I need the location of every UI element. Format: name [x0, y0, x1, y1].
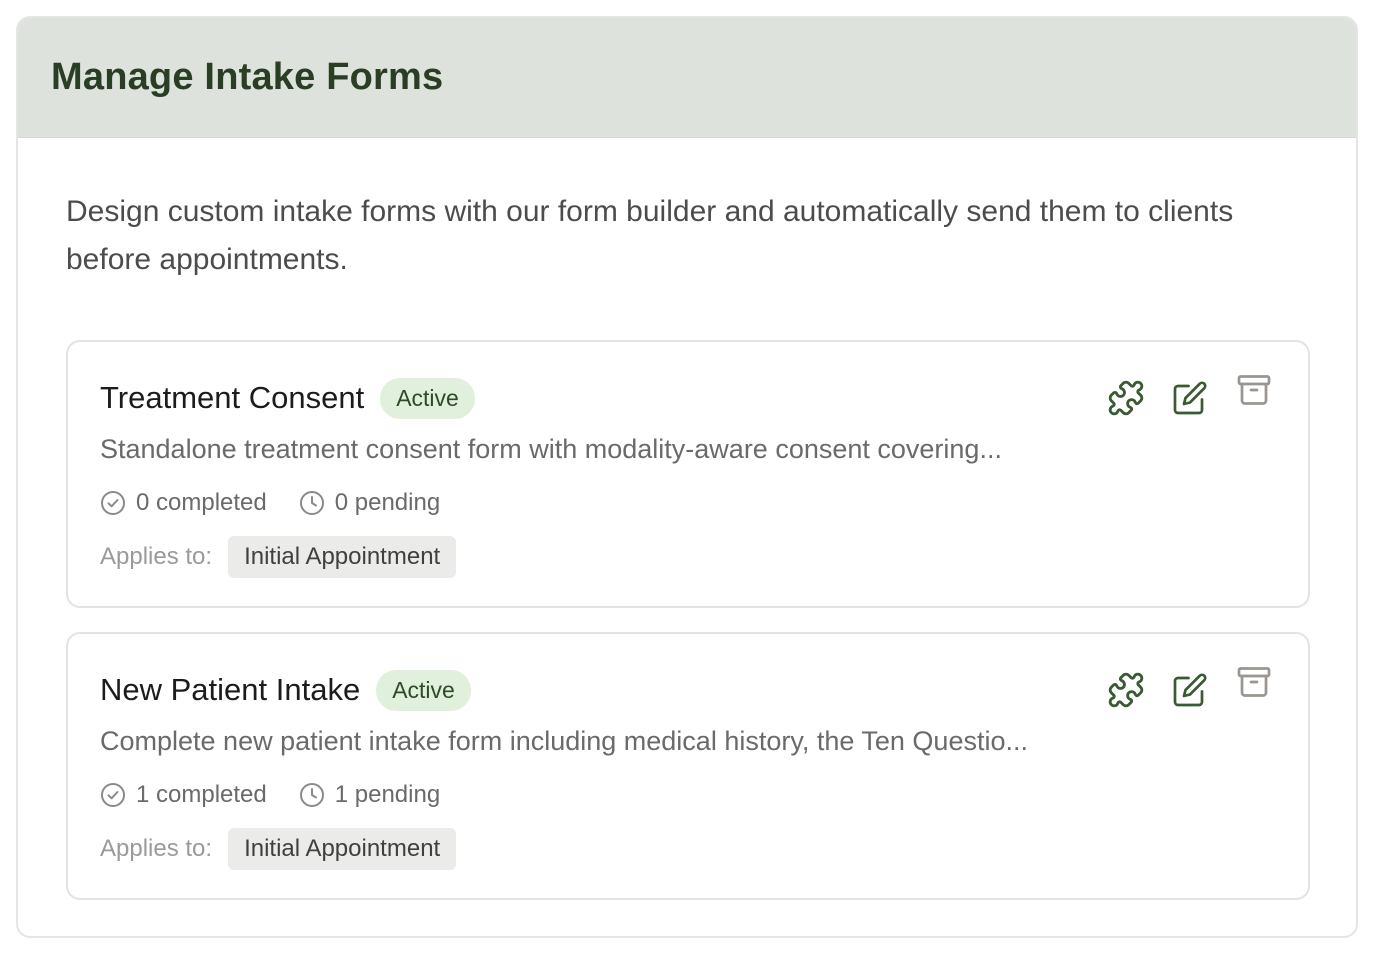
- appointment-type-tag: Initial Appointment: [228, 828, 457, 870]
- appointment-type-tag: Initial Appointment: [228, 536, 457, 578]
- clock-icon: [299, 491, 324, 515]
- form-description: Complete new patient intake form includi…: [100, 726, 1028, 756]
- form-card: Treatment Consent Active Standalone trea…: [66, 340, 1310, 608]
- form-list: Treatment Consent Active Standalone trea…: [66, 340, 1310, 900]
- archive-form-button[interactable]: [1234, 662, 1274, 702]
- form-stats: 1 completed 1 pending: [100, 777, 1276, 813]
- form-card: New Patient Intake Active Complete new p…: [66, 632, 1310, 900]
- edit-form-button[interactable]: [1170, 670, 1210, 710]
- archive-form-button[interactable]: [1234, 370, 1274, 410]
- form-stats: 0 completed 0 pending: [100, 485, 1276, 521]
- check-circle-icon: [101, 783, 125, 807]
- clock-icon: [299, 783, 324, 807]
- panel-header: Manage Intake Forms: [18, 18, 1356, 138]
- pending-count: 0 pending: [334, 489, 441, 516]
- puzzle-icon: [1108, 380, 1144, 416]
- intake-forms-panel: Manage Intake Forms Design custom intake…: [16, 16, 1358, 938]
- completed-stat: 1 completed: [100, 781, 267, 809]
- form-builder-button[interactable]: [1106, 670, 1146, 710]
- completed-stat: 0 completed: [100, 489, 267, 517]
- form-description: Standalone treatment consent form with m…: [100, 434, 1002, 464]
- pending-stat: 1 pending: [299, 781, 440, 809]
- applies-label: Applies to:: [100, 543, 213, 570]
- puzzle-icon: [1108, 672, 1144, 708]
- archive-icon: [1237, 375, 1271, 405]
- intro-text: Design custom intake forms with our form…: [66, 195, 1234, 276]
- pending-stat: 0 pending: [299, 489, 440, 517]
- completed-count: 1 completed: [136, 781, 267, 808]
- form-actions: [1082, 375, 1274, 418]
- page-title: Manage Intake Forms: [51, 56, 444, 98]
- completed-count: 0 completed: [136, 489, 267, 516]
- form-name: New Patient Intake: [100, 672, 361, 707]
- edit-icon: [1173, 673, 1207, 707]
- check-circle-icon: [101, 491, 125, 515]
- applies-row: Applies to: Initial Appointment: [100, 536, 1276, 578]
- applies-label: Applies to:: [100, 835, 213, 862]
- status-badge: Active: [376, 669, 471, 711]
- pending-count: 1 pending: [334, 781, 441, 808]
- edit-icon: [1173, 381, 1207, 415]
- archive-icon: [1237, 667, 1271, 697]
- panel-body: Design custom intake forms with our form…: [18, 138, 1356, 900]
- applies-row: Applies to: Initial Appointment: [100, 828, 1276, 870]
- form-name: Treatment Consent: [100, 380, 365, 415]
- edit-form-button[interactable]: [1170, 378, 1210, 418]
- form-builder-button[interactable]: [1106, 378, 1146, 418]
- status-badge: Active: [380, 377, 475, 419]
- form-actions: [1082, 667, 1274, 710]
